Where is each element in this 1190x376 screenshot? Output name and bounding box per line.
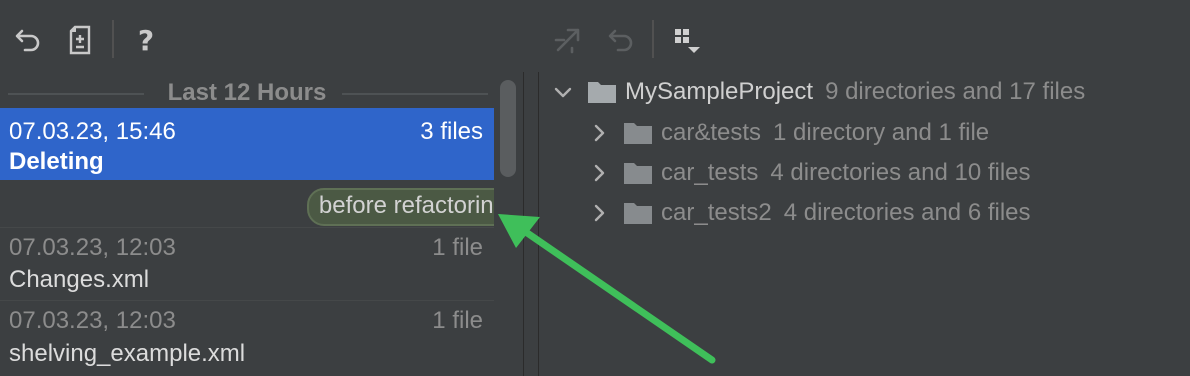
- merge-button[interactable]: [548, 20, 588, 60]
- folder-icon: [624, 203, 652, 224]
- help-button[interactable]: ?: [126, 20, 166, 60]
- revision-row-selected[interactable]: 07.03.23, 15:46 3 files Deleting: [0, 108, 494, 180]
- revert-icon: [608, 29, 633, 52]
- label-badge[interactable]: before refactoring: [306, 188, 519, 226]
- revision-name: Deleting: [9, 148, 104, 175]
- toolbar-separator: [112, 20, 114, 58]
- revision-date: 07.03.23, 12:03: [9, 307, 176, 334]
- tree-node[interactable]: car_tests 4 directories and 10 files: [587, 155, 1031, 191]
- revision-date: 07.03.23, 15:46: [9, 118, 176, 145]
- tree-node-name: car&tests: [661, 119, 762, 146]
- revision-file-count: 1 file: [432, 307, 483, 334]
- toolbar: ?: [0, 0, 1190, 72]
- group-by-button[interactable]: [666, 20, 706, 60]
- chevron-right-icon[interactable]: [587, 161, 611, 185]
- tree-node[interactable]: car_tests2 4 directories and 6 files: [587, 195, 1031, 231]
- help-icon: ?: [137, 23, 155, 57]
- revision-row[interactable]: 07.03.23, 12:03 1 file shelving_example.…: [0, 301, 494, 376]
- tree-node-info: 4 directories and 6 files: [783, 199, 1031, 226]
- tree-node-info: 1 directory and 1 file: [773, 119, 990, 146]
- tree-node-root[interactable]: MySampleProject 9 directories and 17 fil…: [551, 74, 1085, 110]
- tree-node-name: car_tests2: [661, 199, 772, 226]
- tree-node-info: 4 directories and 10 files: [770, 159, 1031, 186]
- toolbar-separator: [652, 20, 654, 58]
- revision-name: shelving_example.xml: [9, 340, 246, 367]
- revision-file-count: 3 files: [420, 118, 483, 145]
- folder-icon: [624, 163, 652, 184]
- folder-icon: [624, 123, 652, 144]
- show-diff-button[interactable]: [60, 20, 100, 60]
- revision-row[interactable]: 07.03.23, 12:03 1 file Changes.xml: [0, 228, 494, 300]
- changes-tree: MySampleProject 9 directories and 17 fil…: [539, 72, 1190, 376]
- undo-icon: [15, 29, 40, 52]
- chevron-right-icon[interactable]: [587, 121, 611, 145]
- folder-icon: [588, 82, 616, 103]
- splitter[interactable]: [523, 72, 539, 376]
- tree-node-name: car_tests: [661, 159, 759, 186]
- revision-date: 07.03.23, 12:03: [9, 234, 176, 261]
- group-header-label: Last 12 Hours: [167, 79, 327, 106]
- revision-file-count: 1 file: [432, 234, 483, 261]
- chevron-down-icon[interactable]: [551, 80, 575, 104]
- group-header: Last 12 Hours: [0, 76, 494, 110]
- revision-list: Last 12 Hours 07.03.23, 15:46 3 files De…: [0, 72, 523, 376]
- tree-node-info: 9 directories and 17 files: [825, 78, 1086, 105]
- undo-button[interactable]: [9, 20, 49, 60]
- scrollbar-thumb[interactable]: [500, 80, 516, 177]
- group-by-icon: [675, 29, 700, 53]
- chevron-right-icon[interactable]: [587, 201, 611, 225]
- tree-node-name: MySampleProject: [625, 78, 814, 105]
- show-diff-icon: [69, 25, 91, 55]
- tree-node[interactable]: car&tests 1 directory and 1 file: [587, 115, 989, 151]
- revert-button[interactable]: [602, 20, 642, 60]
- merge-icon: [554, 28, 580, 54]
- revision-name: Changes.xml: [9, 266, 150, 293]
